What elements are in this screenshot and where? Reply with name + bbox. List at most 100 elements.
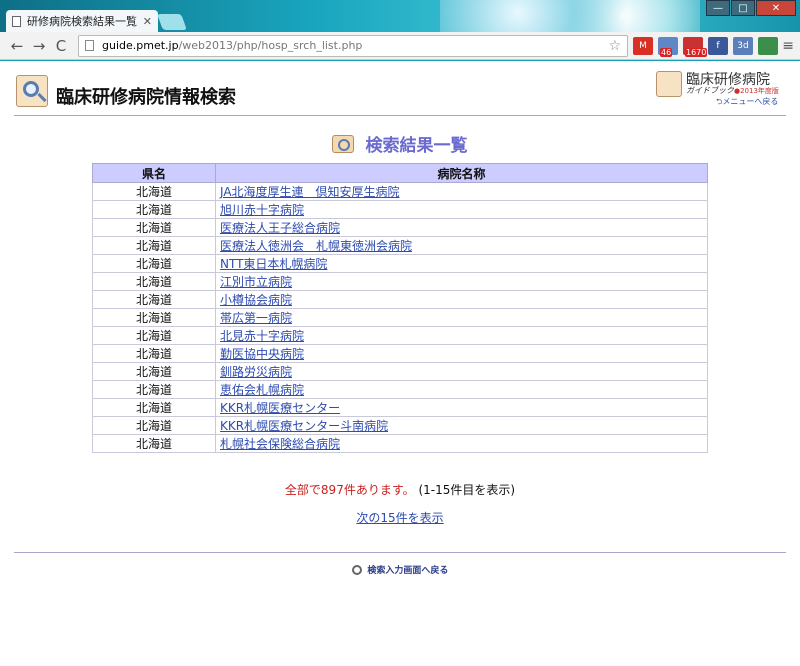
prefecture-cell: 北海道 bbox=[92, 344, 216, 363]
table-row: 北海道 江別市立病院 bbox=[92, 272, 708, 291]
hospital-link[interactable]: JA北海度厚生連 倶知安厚生病院 bbox=[220, 185, 400, 199]
hospital-link[interactable]: 札幌社会保険総合病院 bbox=[220, 437, 340, 451]
guidebook-subtitle: ガイドブック bbox=[686, 86, 734, 95]
table-row: 北海道 帯広第一病院 bbox=[92, 308, 708, 327]
hospital-cell: 医療法人徳洲会 札幌東徳洲会病院 bbox=[215, 236, 708, 255]
prefecture-cell: 北海道 bbox=[92, 434, 216, 453]
hospital-link[interactable]: 医療法人王子総合病院 bbox=[220, 221, 340, 235]
guidebook-year: ●2013年度版 bbox=[734, 87, 779, 95]
table-row: 北海道 恵佑会札幌病院 bbox=[92, 380, 708, 399]
prefecture-cell: 北海道 bbox=[92, 236, 216, 255]
menu-icon[interactable]: ≡ bbox=[782, 38, 794, 54]
table-row: 北海道 小樽協会病院 bbox=[92, 290, 708, 309]
browser-tab[interactable]: 研修病院検索結果一覧 ✕ bbox=[6, 10, 158, 32]
hospital-cell: 勤医協中央病院 bbox=[215, 344, 708, 363]
hospital-link[interactable]: 帯広第一病院 bbox=[220, 311, 292, 325]
browser-toolbar: ← → C guide.pmet.jp /web2013/php/hosp_sr… bbox=[0, 32, 800, 60]
hospital-link[interactable]: 北見赤十字病院 bbox=[220, 329, 304, 343]
table-header-row: 県名 病院名称 bbox=[92, 163, 708, 183]
prefecture-cell: 北海道 bbox=[92, 290, 216, 309]
new-tab-button[interactable] bbox=[157, 14, 187, 30]
results-heading-text: 検索結果一覧 bbox=[365, 136, 468, 156]
header-divider bbox=[14, 115, 786, 116]
back-to-search-link[interactable]: 検索入力画面へ戻る bbox=[367, 566, 448, 576]
extension-label: 3d bbox=[737, 40, 749, 51]
forward-arrow-icon[interactable]: → bbox=[28, 37, 50, 55]
facebook-icon[interactable]: f bbox=[708, 36, 728, 55]
result-summary: 全部で897件あります。 (1-15件目を表示) bbox=[0, 481, 800, 498]
hospital-link[interactable]: 医療法人徳洲会 札幌東徳洲会病院 bbox=[220, 239, 412, 253]
footer-divider bbox=[14, 552, 786, 553]
hospital-cell: 札幌社会保険総合病院 bbox=[215, 434, 708, 453]
hospital-link[interactable]: NTT東日本札幌病院 bbox=[220, 257, 327, 271]
url-host: guide.pmet.jp bbox=[102, 39, 179, 52]
ext-flag-icon[interactable] bbox=[758, 36, 778, 55]
hospital-cell: 医療法人王子総合病院 bbox=[215, 218, 708, 237]
prefecture-cell: 北海道 bbox=[92, 326, 216, 345]
address-bar[interactable]: guide.pmet.jp /web2013/php/hosp_srch_lis… bbox=[78, 34, 628, 57]
prefecture-cell: 北海道 bbox=[92, 200, 216, 219]
extension-label: f bbox=[716, 40, 720, 51]
hospital-link[interactable]: 旭川赤十字病院 bbox=[220, 203, 304, 217]
results-table: 県名 病院名称 北海道 JA北海度厚生連 倶知安厚生病院 北海道 旭川赤十字病院 北海道… bbox=[92, 163, 708, 453]
extension-badge: 1670 bbox=[685, 47, 708, 57]
magnifier-icon bbox=[351, 564, 362, 575]
web-page: 臨床研修病院情報検索 臨床研修病院 ガイドブック ●2013年度版 ⮌メニューへ… bbox=[0, 61, 800, 666]
prefecture-cell: 北海道 bbox=[92, 254, 216, 273]
hospital-link[interactable]: KKR札幌医療センター bbox=[220, 401, 340, 415]
hospital-link[interactable]: 江別市立病院 bbox=[220, 275, 292, 289]
page-icon bbox=[85, 40, 94, 51]
hospital-cell: 恵佑会札幌病院 bbox=[215, 380, 708, 399]
ext-46-icon[interactable]: 46 bbox=[658, 36, 678, 57]
site-logo-magnifier-icon bbox=[16, 75, 48, 107]
hospital-cell: 北見赤十字病院 bbox=[215, 326, 708, 345]
hospital-link[interactable]: 勤医協中央病院 bbox=[220, 347, 304, 361]
prefecture-cell: 北海道 bbox=[92, 182, 216, 201]
prefecture-cell: 北海道 bbox=[92, 218, 216, 237]
hospital-link[interactable]: 釧路労災病院 bbox=[220, 365, 292, 379]
results-heading: 検索結果一覧 bbox=[0, 131, 800, 156]
hospital-link[interactable]: 恵佑会札幌病院 bbox=[220, 383, 304, 397]
page-icon bbox=[12, 15, 21, 27]
minimize-button[interactable]: — bbox=[706, 0, 730, 16]
extension-label: M bbox=[639, 40, 647, 51]
hospital-cell: 旭川赤十字病院 bbox=[215, 200, 708, 219]
table-row: 北海道 北見赤十字病院 bbox=[92, 326, 708, 345]
gmail-icon[interactable]: M bbox=[633, 36, 653, 55]
search-icon bbox=[332, 134, 355, 153]
table-row: 北海道 KKR札幌医療センター斗南病院 bbox=[92, 416, 708, 435]
guidebook-icon bbox=[656, 71, 682, 97]
hospital-cell: KKR札幌医療センター斗南病院 bbox=[215, 416, 708, 435]
back-to-menu-link[interactable]: ⮌メニューへ戻る bbox=[716, 96, 778, 110]
extension-icons: M 46 1670 f 3d bbox=[628, 36, 778, 57]
prefecture-cell: 北海道 bbox=[92, 416, 216, 435]
next-15-link[interactable]: 次の15件を表示 bbox=[356, 511, 443, 525]
url-path: /web2013/php/hosp_srch_list.php bbox=[178, 39, 363, 52]
table-row: 北海道 勤医協中央病院 bbox=[92, 344, 708, 363]
window-controls: — □ ✕ bbox=[705, 0, 796, 16]
column-header-prefecture: 県名 bbox=[92, 163, 216, 183]
prefecture-cell: 北海道 bbox=[92, 398, 216, 417]
hospital-cell: 釧路労災病院 bbox=[215, 362, 708, 381]
maximize-button[interactable]: □ bbox=[731, 0, 755, 16]
hospital-cell: KKR札幌医療センター bbox=[215, 398, 708, 417]
hospital-cell: 帯広第一病院 bbox=[215, 308, 708, 327]
prefecture-cell: 北海道 bbox=[92, 380, 216, 399]
hospital-cell: JA北海度厚生連 倶知安厚生病院 bbox=[215, 182, 708, 201]
tab-close-icon[interactable]: ✕ bbox=[143, 15, 152, 28]
bookmark-star-icon[interactable]: ☆ bbox=[608, 38, 621, 54]
hospital-link[interactable]: KKR札幌医療センター斗南病院 bbox=[220, 419, 388, 433]
close-window-button[interactable]: ✕ bbox=[756, 0, 796, 16]
next-page: 次の15件を表示 bbox=[0, 509, 800, 526]
reload-icon[interactable]: C bbox=[50, 37, 72, 55]
hospital-link[interactable]: 小樽協会病院 bbox=[220, 293, 292, 307]
table-row: 北海道 JA北海度厚生連 倶知安厚生病院 bbox=[92, 182, 708, 201]
table-row: 北海道 KKR札幌医療センター bbox=[92, 398, 708, 417]
ext-1670-icon[interactable]: 1670 bbox=[683, 36, 708, 57]
prefecture-cell: 北海道 bbox=[92, 362, 216, 381]
calendar-icon[interactable]: 3d bbox=[733, 36, 753, 55]
hospital-cell: 小樽協会病院 bbox=[215, 290, 708, 309]
tab-title: 研修病院検索結果一覧 bbox=[27, 15, 137, 28]
back-arrow-icon[interactable]: ← bbox=[6, 37, 28, 55]
table-row: 北海道 旭川赤十字病院 bbox=[92, 200, 708, 219]
